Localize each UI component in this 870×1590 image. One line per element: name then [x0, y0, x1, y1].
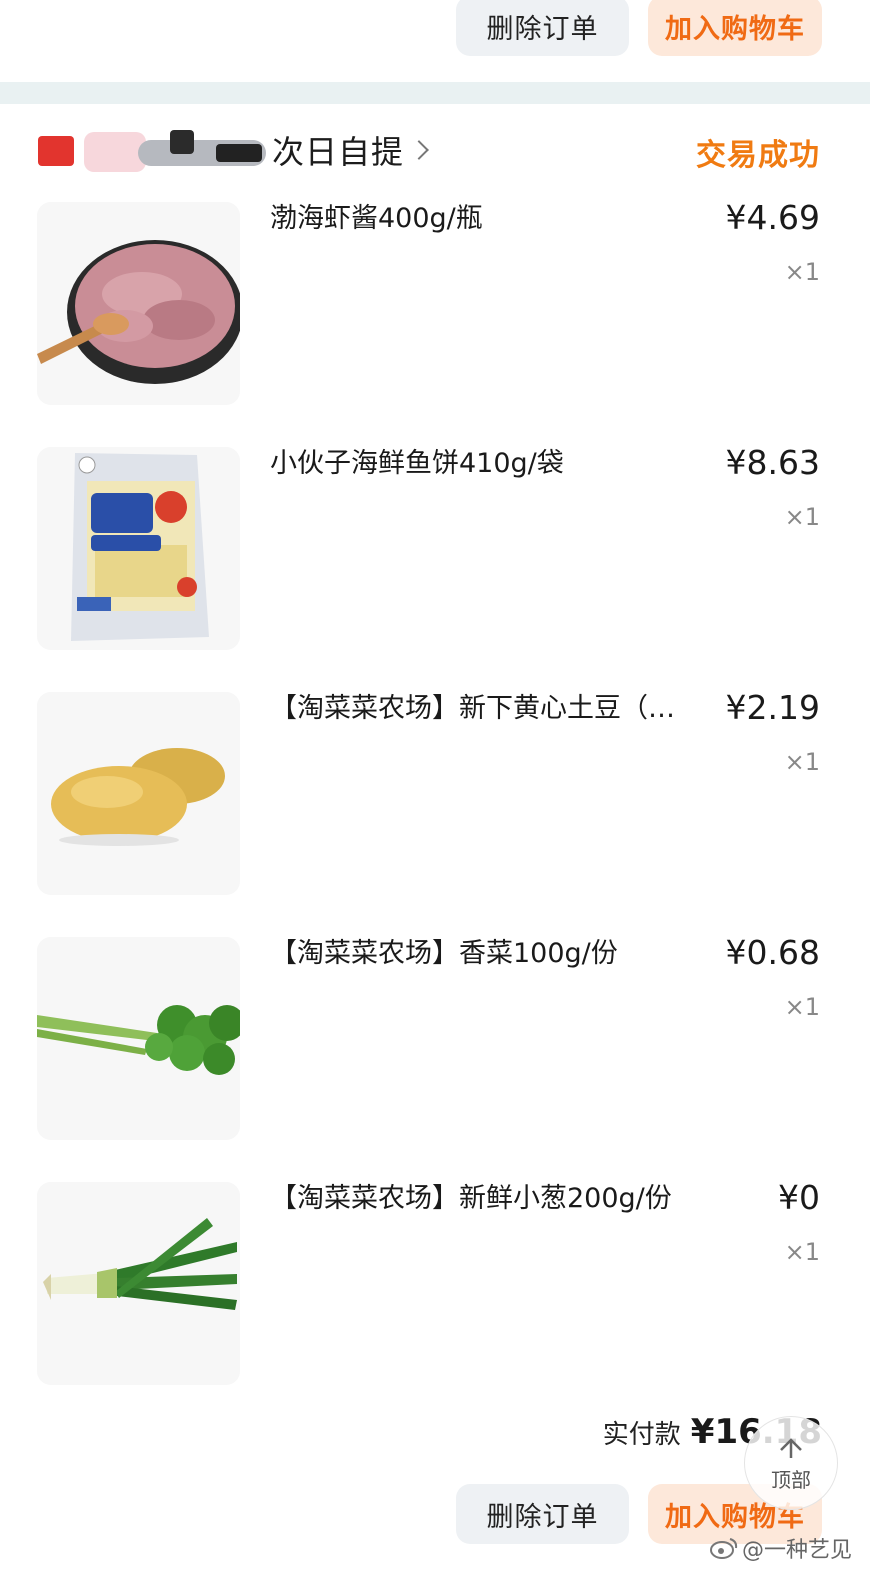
delete-order-button[interactable]: 删除订单 — [456, 1484, 629, 1544]
back-to-top-label: 顶部 — [771, 1467, 811, 1492]
paid-label: 实付款 — [602, 1420, 681, 1450]
product-image-potato — [37, 692, 240, 895]
weibo-icon — [709, 1538, 738, 1559]
product-price: ¥8.63 — [725, 443, 820, 482]
product-image-fish-cake — [37, 447, 240, 650]
redacted-shop-name — [38, 126, 270, 174]
previous-order-actions: 删除订单 加入购物车 — [0, 0, 870, 82]
order-divider — [0, 82, 870, 104]
arrow-up-icon — [780, 1437, 802, 1458]
back-to-top-button[interactable]: 顶部 — [744, 1416, 838, 1510]
order-item[interactable]: 【淘菜菜农场】香菜100g/份 ¥0.68 ×1 — [0, 933, 870, 1182]
shop-link[interactable]: 次日自提 — [38, 126, 429, 174]
product-quantity: ×1 — [784, 748, 820, 776]
product-price: ¥2.19 — [725, 688, 820, 727]
product-title[interactable]: 【淘菜菜农场】香菜100g/份 — [270, 937, 718, 971]
product-title[interactable]: 【淘菜菜农场】新鲜小葱200g/份 — [270, 1182, 718, 1216]
watermark-text: @一种艺见 — [741, 1538, 852, 1563]
watermark: @一种艺见 — [709, 1532, 852, 1564]
delete-order-button[interactable]: 删除订单 — [456, 0, 629, 56]
product-image-scallion — [37, 1182, 240, 1385]
product-price: ¥0 — [778, 1178, 820, 1217]
chevron-right-icon — [409, 140, 429, 160]
order-item[interactable]: 小伙子海鲜鱼饼410g/袋 ¥8.63 ×1 — [0, 443, 870, 692]
product-title[interactable]: 小伙子海鲜鱼饼410g/袋 — [270, 447, 718, 481]
pickup-label: 次日自提 — [272, 133, 405, 171]
product-quantity: ×1 — [784, 1238, 820, 1266]
product-quantity: ×1 — [784, 258, 820, 286]
product-price: ¥0.68 — [725, 933, 820, 972]
order-item[interactable]: 【淘菜菜农场】新下黄心土豆（… ¥2.19 ×1 — [0, 688, 870, 937]
product-quantity: ×1 — [784, 993, 820, 1021]
product-quantity: ×1 — [784, 503, 820, 531]
add-to-cart-button[interactable]: 加入购物车 — [648, 0, 822, 56]
product-image-shrimp-paste — [37, 202, 240, 405]
product-price: ¥4.69 — [725, 198, 820, 237]
product-title[interactable]: 渤海虾酱400g/瓶 — [270, 202, 718, 236]
order-item[interactable]: 渤海虾酱400g/瓶 ¥4.69 ×1 — [0, 198, 870, 447]
product-image-coriander — [37, 937, 240, 1140]
product-title[interactable]: 【淘菜菜农场】新下黄心土豆（… — [270, 692, 718, 726]
order-status: 交易成功 — [696, 138, 820, 173]
order-header: 次日自提 交易成功 — [0, 104, 870, 196]
order-item[interactable]: 【淘菜菜农场】新鲜小葱200g/份 ¥0 ×1 — [0, 1178, 870, 1427]
